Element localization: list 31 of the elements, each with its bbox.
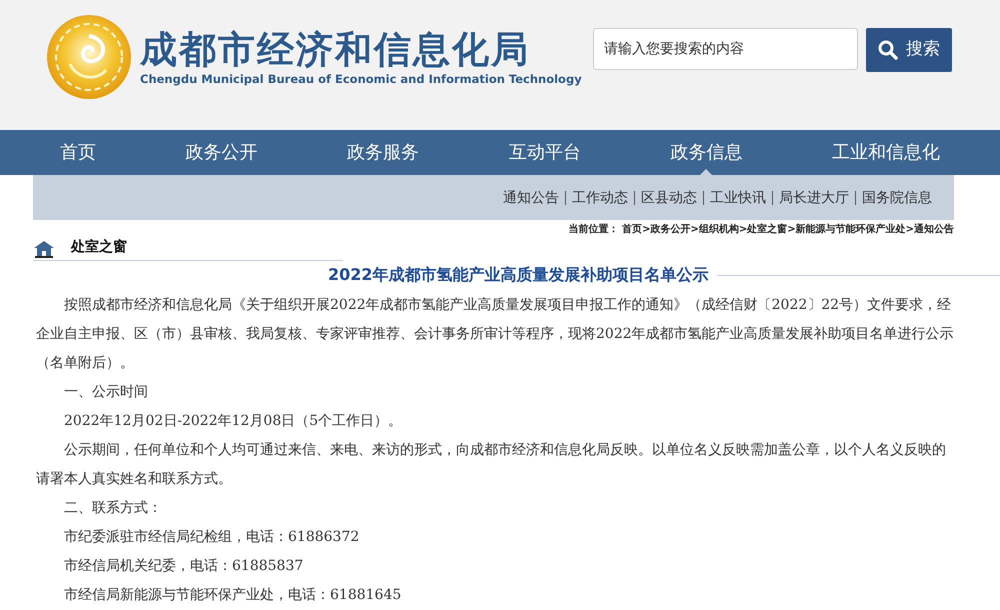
site-subtitle: Chengdu Municipal Bureau of Economic and Information Technology: [140, 70, 582, 88]
breadcrumb-label: 当前位置：: [568, 224, 619, 235]
nav-tab[interactable]: 互动平台: [498, 130, 591, 175]
search-button[interactable]: 搜索: [866, 28, 952, 72]
subnav-link[interactable]: 通知公告: [497, 190, 565, 204]
search-icon: [878, 40, 898, 60]
paragraph: 按照成都市经济和信息化局《关于组织开展2022年成都市氢能产业高质量发展项目申报工作的通知》（成经信财〔2022〕22号）文件要求，经企业自主申报、区（市）县审核、我局复核、专家评审推荐、会计事务所审计等程序，现将2022年成都市氢能产业高质量发展补助项目名单进行公示（名单附后）。: [36, 296, 954, 373]
nav-tab[interactable]: 政务信息: [660, 130, 752, 175]
logo-icon: [46, 14, 132, 100]
nav-tab[interactable]: 政务公开: [176, 130, 268, 175]
paragraph: 市经信局机关纪委，电话：61885837: [63, 557, 304, 576]
paragraph: 市经信局新能源与节能环保产业处，电话：61881645: [63, 586, 402, 605]
breadcrumb[interactable]: 首页>政务公开>组织机构>处室之窗>新能源与节能环保产业处>通知公告: [622, 224, 954, 235]
paragraph: 2022年12月02日-2022年12月08日（5个工作日）。: [63, 412, 404, 431]
search-field[interactable]: 请输入您要搜索的内容: [593, 28, 858, 70]
nav-tab[interactable]: 工业和信息化: [822, 130, 950, 175]
nav-tab[interactable]: 政务服务: [337, 130, 430, 175]
article-title: 2022年成都市氢能产业高质量发展补助项目名单公示: [328, 264, 709, 286]
subnav-link[interactable]: 局长进大厅: [772, 190, 855, 204]
paragraph: 市纪委派驻市经信局纪检组，电话：61886372: [63, 528, 360, 547]
section-title: 处室之窗: [71, 238, 127, 257]
paragraph: 公示期间，任何单位和个人均可通过来信、来电、来访的形式，向成都市经济和信息化局反映。以单位名义反映需加盖公章，以个人名义反映的请署本人真实姓名和联系方式。: [36, 441, 947, 489]
nav-tab[interactable]: 首页: [50, 130, 106, 175]
subnav-link[interactable]: 国务院信息: [855, 190, 938, 204]
subnav-link[interactable]: 工作动态: [565, 190, 634, 204]
home-icon: [33, 240, 55, 258]
paragraph: 一、公示时间: [63, 383, 149, 402]
site-title: 成都市经济和信息化局: [140, 30, 531, 71]
subnav-link[interactable]: 区县动态: [634, 190, 703, 204]
subnav-link[interactable]: 工业快讯: [703, 190, 772, 204]
paragraph: 二、联系方式：: [63, 499, 163, 518]
